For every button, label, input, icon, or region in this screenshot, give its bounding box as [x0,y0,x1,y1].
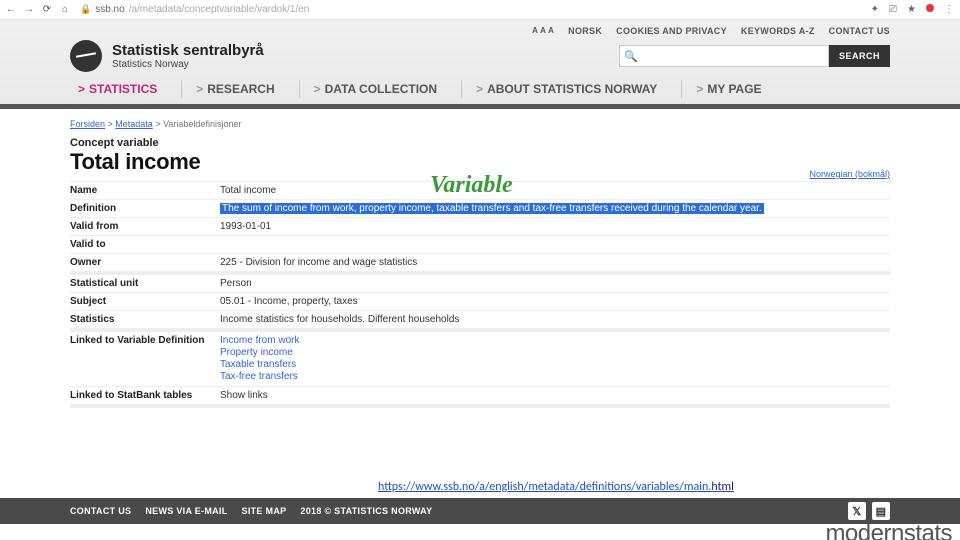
title-sup: Concept variable [70,137,890,149]
row-valid-to: Valid to [70,236,890,254]
row-valid-from: Valid from1993-01-01 [70,218,890,236]
primary-nav: >STATISTICS >RESEARCH >DATA COLLECTION >… [70,78,890,104]
contact-link[interactable]: CONTACT US [829,26,890,36]
brand-line2: Statistics Norway [112,59,264,70]
row-linked-variable-def: Linked to Variable Definition Income fro… [70,330,890,387]
content: Forsiden > Metadata > Variabeldefinisjon… [0,109,960,408]
search-icon: 🔍 [624,50,638,63]
reload-icon[interactable]: ⟳ [42,4,52,15]
cast-icon[interactable]: ⎚ [889,4,897,15]
lang-switch-norsk[interactable]: NORSK [568,26,602,36]
site-search: 🔍 SEARCH [619,45,890,67]
lock-icon: 🔒 [80,4,91,15]
browser-nav: ← → ⟳ ⌂ [6,4,70,15]
nav-statistics[interactable]: >STATISTICS [70,78,175,100]
nav-my-page[interactable]: >MY PAGE [688,78,779,100]
footer-sitemap[interactable]: SITE MAP [242,506,287,516]
row-subject: Subject05.01 - Income, property, taxes [70,293,890,311]
crumb-current: Variabeldefinisjoner [163,119,241,129]
show-links[interactable]: Show links [220,387,890,407]
cookies-link[interactable]: COOKIES AND PRIVACY [616,26,727,36]
site-header: A A A NORSK COOKIES AND PRIVACY KEYWORDS… [0,20,960,104]
row-statistics: StatisticsIncome statistics for househol… [70,311,890,331]
definition-highlight: The sum of income from work, property in… [220,203,764,214]
nav-label: MY PAGE [707,82,761,96]
linked-var-2[interactable]: Property income [220,347,890,359]
url-host: ssb.no [95,4,124,15]
breadcrumb: Forsiden > Metadata > Variabeldefinisjon… [70,119,890,129]
address-bar[interactable]: 🔒 ssb.no /a/metadata/conceptvariable/var… [80,4,861,15]
linked-var-1[interactable]: Income from work [220,335,890,347]
text-size[interactable]: A A A [532,26,554,36]
row-linked-statbank: Linked to StatBank tablesShow links [70,387,890,407]
ext-icon[interactable]: ✦ [871,4,879,15]
modernstats-text: modernstats [825,520,952,540]
footer-news[interactable]: NEWS VIA E-MAIL [145,506,227,516]
row-statistical-unit: Statistical unitPerson [70,273,890,293]
brand[interactable]: Statistisk sentralbyrå Statistics Norway [70,40,264,72]
url-path: /a/metadata/conceptvariable/vardok/1/en [129,4,310,15]
brand-line1: Statistisk sentralbyrå [112,42,264,59]
nav-about[interactable]: >ABOUT STATISTICS NORWAY [468,78,675,100]
browser-chrome: ← → ⟳ ⌂ 🔒 ssb.no /a/metadata/conceptvari… [0,0,960,20]
nav-data-collection[interactable]: >DATA COLLECTION [306,78,455,100]
linked-var-3[interactable]: Taxable transfers [220,359,890,371]
search-input[interactable]: 🔍 [619,45,829,67]
browser-actions: ✦ ⎚ ★ ⋮ [871,4,954,15]
footer-copyright: 2018 © STATISTICS NORWAY [300,506,432,516]
brand-text: Statistisk sentralbyrå Statistics Norway [112,42,264,70]
bookmark-icon[interactable]: ★ [907,4,916,15]
forward-icon[interactable]: → [24,4,34,15]
back-icon[interactable]: ← [6,4,16,15]
utility-nav: A A A NORSK COOKIES AND PRIVACY KEYWORDS… [70,26,890,36]
home-icon[interactable]: ⌂ [60,4,70,15]
modernstats-logo: modernstats HLG - MOS [752,512,952,540]
source-url[interactable]: https://www.ssb.no/a/english/metadata/de… [378,480,734,494]
metadata-table: NameTotal income DefinitionThe sum of in… [70,181,890,408]
nav-research[interactable]: >RESEARCH [188,78,292,100]
linked-var-4[interactable]: Tax-free transfers [220,371,890,383]
row-definition: DefinitionThe sum of income from work, p… [70,200,890,218]
keywords-link[interactable]: KEYWORDS A-Z [741,26,815,36]
row-owner: Owner225 - Division for income and wage … [70,254,890,274]
profile-icon[interactable] [926,4,934,12]
nav-label: STATISTICS [89,82,157,96]
menu-icon[interactable]: ⋮ [944,4,954,15]
nav-label: ABOUT STATISTICS NORWAY [487,82,657,96]
footer-contact[interactable]: CONTACT US [70,506,131,516]
nav-label: DATA COLLECTION [325,82,437,96]
nav-label: RESEARCH [207,82,274,96]
search-button[interactable]: SEARCH [829,45,890,67]
slide-annotation: Variable [430,172,513,199]
crumb-home[interactable]: Forsiden [70,119,105,129]
brand-logo-icon [70,40,102,72]
crumb-metadata[interactable]: Metadata [115,119,153,129]
